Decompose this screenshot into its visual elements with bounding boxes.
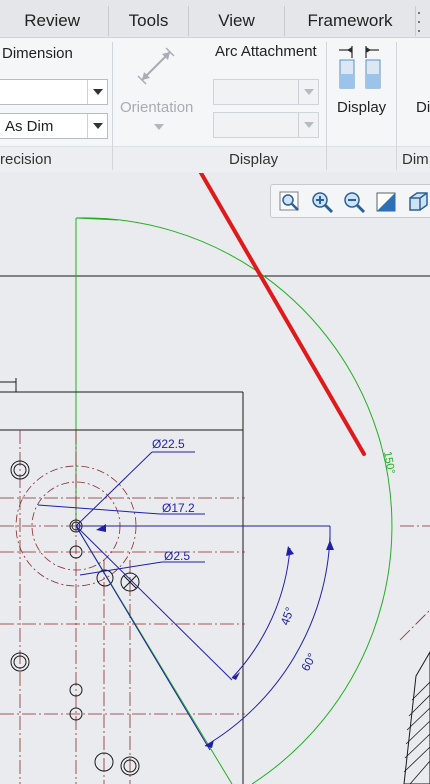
tolerance-dropdown[interactable]: As Dim [0, 113, 108, 139]
app-window: Review Tools View Framework Dimension As… [0, 0, 430, 784]
sketch-arc [75, 217, 393, 784]
saved-views-icon[interactable] [405, 189, 430, 215]
group-separator [326, 42, 327, 170]
tab-tools[interactable]: Tools [108, 6, 188, 36]
chevron-down-icon[interactable] [298, 113, 318, 137]
display-button[interactable]: Display [337, 99, 386, 116]
display-icon[interactable] [336, 44, 384, 90]
chevron-down-icon[interactable] [87, 80, 107, 104]
group-separator [396, 42, 397, 170]
orientation-button[interactable]: Orientation [120, 99, 193, 116]
angle-45-label: 45° [278, 605, 297, 627]
dimension-label: Dimension [2, 45, 73, 62]
more-tabs-icon[interactable] [418, 12, 422, 32]
zoom-out-icon[interactable] [341, 189, 367, 215]
dim-arrowheads [96, 524, 334, 748]
arc-attachment-dropdown-2[interactable] [213, 112, 319, 138]
dimension-text-button[interactable]: Di [416, 99, 430, 116]
tab-framework[interactable]: Framework [284, 6, 416, 36]
ribbon-panel: Dimension As Dim recision Orientation Ar… [0, 38, 430, 172]
chevron-down-icon[interactable] [87, 114, 107, 138]
arc-attachment-label: Arc Attachment [215, 43, 317, 60]
precision-group-label: recision [0, 151, 52, 168]
tolerance-value: As Dim [5, 118, 54, 135]
tab-view[interactable]: View [188, 6, 284, 36]
group-separator [112, 42, 113, 170]
ribbon-tab-strip: Review Tools View Framework [0, 0, 430, 38]
repaint-icon[interactable] [373, 189, 399, 215]
diameter-22-label: Ø22.5 [152, 437, 185, 451]
view-toolbar [270, 184, 430, 218]
zoom-in-icon[interactable] [309, 189, 335, 215]
centerlines [0, 430, 430, 784]
display-group-label: Display [229, 151, 279, 168]
drawing-canvas[interactable]: Ø22.5 Ø17.2 Ø2.5 45° 60° 150° [0, 173, 430, 784]
chevron-down-icon[interactable] [298, 80, 318, 104]
hatched-section [403, 651, 430, 784]
angle-60-label: 60° [298, 651, 319, 674]
orientation-icon [136, 46, 178, 86]
diameter-17-label: Ø17.2 [162, 501, 195, 515]
group-label-bar [0, 146, 430, 172]
diameter-2-label: Ø2.5 [164, 549, 190, 563]
angle-150-label: 150° [381, 450, 397, 475]
drawing-svg: Ø22.5 Ø17.2 Ø2.5 45° 60° 150° [0, 173, 430, 784]
precision-dropdown[interactable] [0, 79, 108, 105]
chevron-down-icon[interactable] [153, 123, 165, 131]
zoom-fit-icon[interactable] [277, 189, 303, 215]
tab-review[interactable]: Review [0, 6, 108, 36]
arc-attachment-dropdown-1[interactable] [213, 79, 319, 105]
dimension-group-label: Dim [402, 151, 429, 168]
